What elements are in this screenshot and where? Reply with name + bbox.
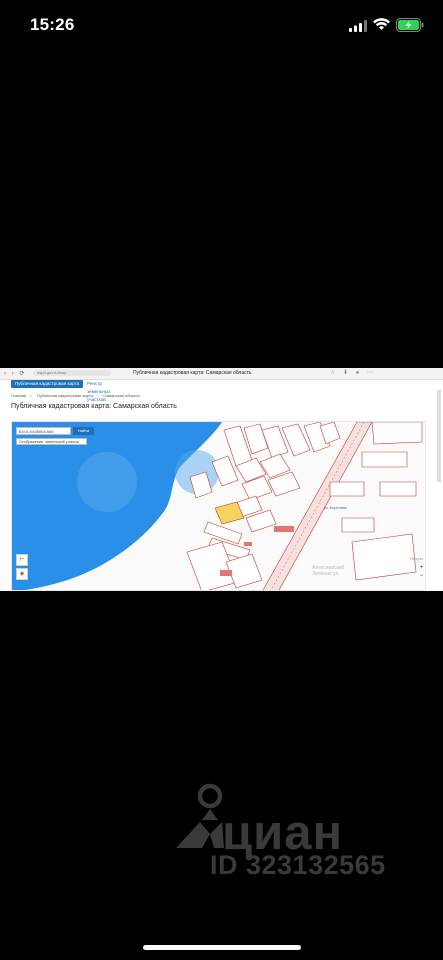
browser-page-title: Публичная кадастровая карта: Самарская о…	[133, 370, 252, 376]
browser-toolbar: ‹ › ⟳ nspd.gov.ru/map Публичная кадастро…	[0, 368, 443, 380]
search-input[interactable]: 63:01:0435004:565	[16, 427, 71, 435]
ruler-icon[interactable]: ⊢	[16, 554, 28, 566]
cadastral-search: 63:01:0435004:565 Найти	[16, 427, 94, 435]
zoom-controls: + −	[418, 564, 425, 580]
street-label: ул. Береговая	[324, 506, 347, 510]
layer-select[interactable]: Отображение: земельный участок	[16, 438, 87, 445]
breadcrumb-home[interactable]: Главная	[11, 393, 26, 398]
cadastral-map[interactable]: 63:01:0435004:565 Найти Отображение: зем…	[11, 421, 426, 591]
search-button[interactable]: Найти	[73, 427, 94, 435]
signal-icon	[349, 20, 367, 32]
breadcrumb-map[interactable]: Публичная кадастровая карта	[37, 393, 93, 398]
map-canvas	[12, 422, 423, 590]
battery-icon	[396, 18, 424, 32]
address-bar[interactable]: nspd.gov.ru/map	[33, 370, 111, 376]
page-title: Публичная кадастровая карта: Самарская о…	[11, 403, 177, 410]
yandex-attribution[interactable]: Яндекс	[410, 556, 423, 561]
zoom-out-button[interactable]: −	[418, 572, 425, 580]
scrollbar[interactable]	[437, 390, 441, 482]
location-pin-icon	[176, 783, 224, 848]
home-indicator[interactable]	[143, 945, 301, 950]
screenshot-image: ‹ › ⟳ nspd.gov.ru/map Публичная кадастро…	[0, 368, 443, 591]
status-bar: 15:26	[0, 0, 443, 54]
map-area-labels: Алексеевский Зелёная ул.	[312, 565, 344, 577]
wifi-icon	[373, 18, 390, 30]
cian-watermark: циан ID 323132565	[174, 782, 404, 882]
listing-id: ID 323132565	[210, 850, 386, 880]
zoom-in-button[interactable]: +	[418, 564, 425, 572]
browser-tools-icons[interactable]: ☆ ⬇ ● ⋯	[330, 369, 376, 376]
browser-nav-icons[interactable]: ‹ › ⟳	[4, 370, 26, 377]
status-time: 15:26	[30, 15, 75, 34]
breadcrumb: Главная › Публичная кадастровая карта › Са…	[11, 393, 140, 398]
tab-registry[interactable]: Реестр земельных участков	[87, 380, 110, 404]
area-label: Зелёная ул.	[312, 571, 340, 577]
breadcrumb-region: Самарская область	[103, 393, 140, 398]
layers-icon[interactable]: ◈	[16, 568, 28, 580]
tab-cadastral-map[interactable]: Публичная кадастровая карта	[11, 380, 83, 388]
